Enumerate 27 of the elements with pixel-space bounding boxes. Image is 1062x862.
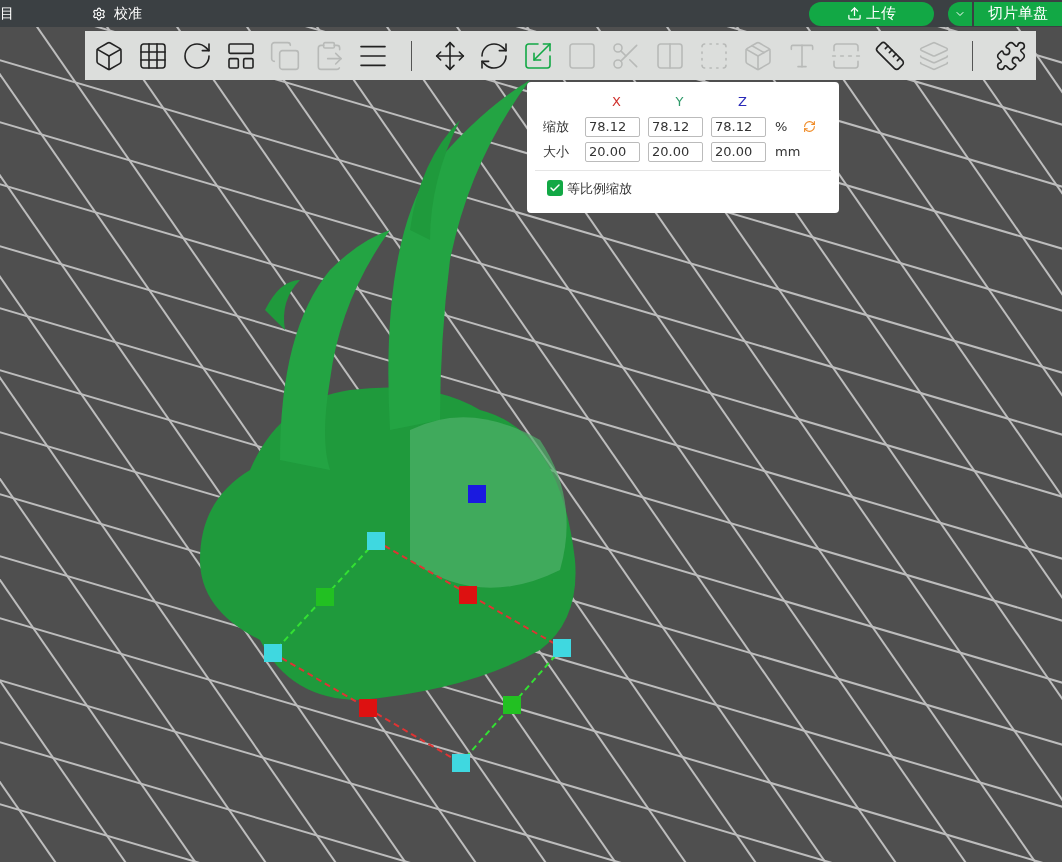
upload-icon [847,6,862,21]
uniform-scale-checkbox[interactable] [547,180,563,197]
axis-label: X [611,93,622,111]
value-field[interactable]: 78.12 [585,116,640,137]
unit-label: % [775,117,789,136]
calibrate-button[interactable]: 校准 [92,3,142,24]
checkbox-label: 等比例缩放 [567,179,632,198]
value-field[interactable]: 78.12 [648,116,703,137]
menu-label: 目 [0,4,14,23]
move-icon [434,39,466,72]
puzzle-icon [995,39,1027,72]
row-label: 缩放 [542,117,570,136]
row-label: 大小 [542,142,570,161]
value-field[interactable]: 20.00 [585,141,640,162]
unit-label: mm [775,142,801,161]
value-field[interactable]: 20.00 [711,141,766,162]
axis-label: Y [674,93,685,111]
value-field[interactable]: 78.12 [711,116,766,137]
settings-icon [92,6,106,21]
axis-label: Z [737,93,748,111]
dropdown-button[interactable] [948,1,972,26]
copy-icon [269,39,301,72]
measure-icon [874,39,906,72]
reset-icon[interactable] [803,120,816,133]
add-object-icon [93,39,125,72]
value-field[interactable]: 20.00 [648,141,703,162]
box-icon [742,39,774,72]
